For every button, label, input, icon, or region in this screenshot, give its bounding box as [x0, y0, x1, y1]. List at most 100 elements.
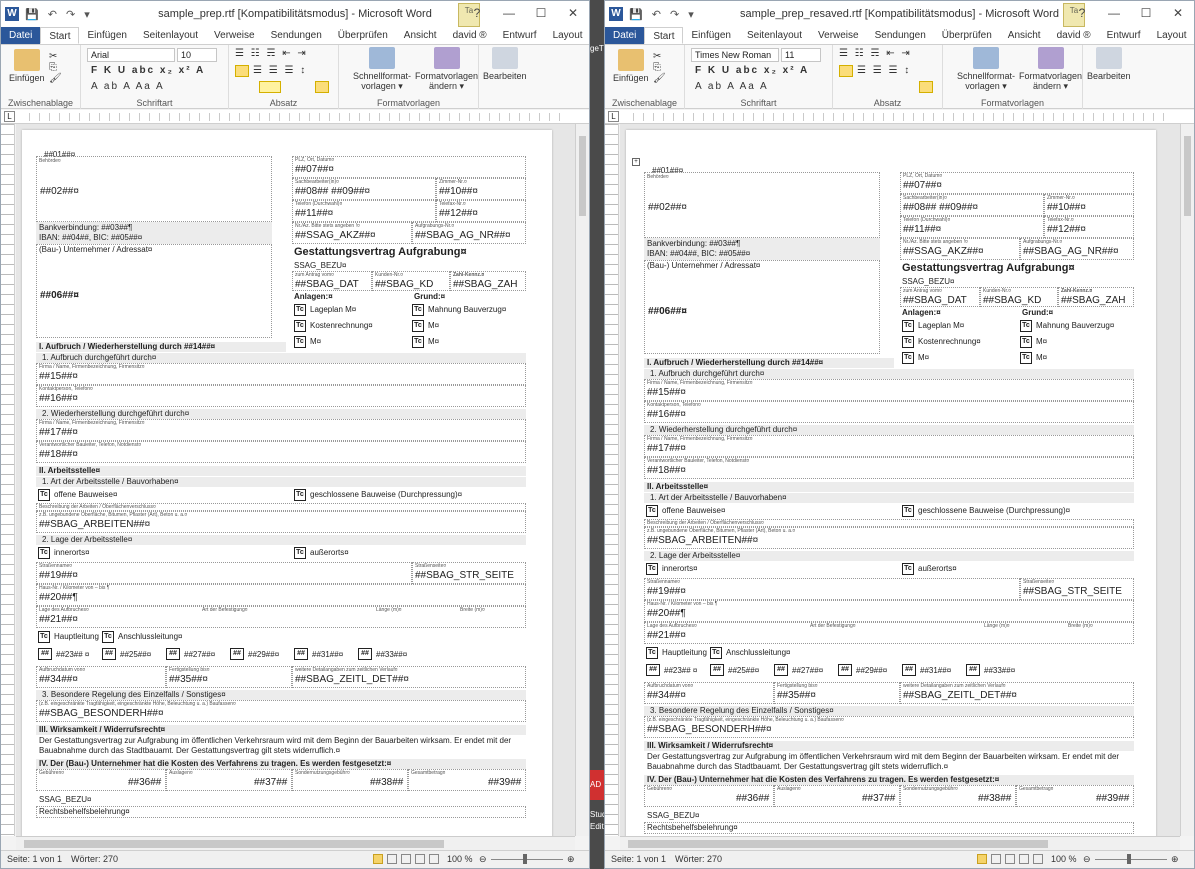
shading-button[interactable] — [259, 81, 281, 93]
maximize-button[interactable]: ☐ — [1130, 1, 1162, 25]
checkbox-ausserorts[interactable]: Tc — [902, 563, 914, 575]
vertical-scrollbar[interactable] — [1180, 124, 1194, 836]
field-38[interactable]: ##38## — [978, 793, 1011, 805]
field-21[interactable]: ##21##¤ — [39, 614, 78, 626]
field-arbeiten[interactable]: ##SBAG_ARBEITEN##¤ — [647, 535, 758, 547]
horizontal-scrollbar[interactable] — [620, 836, 1180, 850]
font-name-select[interactable]: Times New Roman — [691, 48, 779, 62]
zoom-slider[interactable] — [491, 859, 563, 860]
list-buttons[interactable]: ☰ ☷ ☴ ⇤ ⇥ — [235, 48, 308, 59]
tab-sendungen[interactable]: Sendungen — [867, 27, 934, 44]
quick-access-toolbar[interactable]: 💾 ↶ ↷ ▾ — [25, 8, 93, 21]
align-buttons[interactable]: ☰ ☰ ☰ ↕ — [253, 65, 307, 76]
field-07[interactable]: ##07##¤ — [903, 180, 942, 192]
font-size-select[interactable]: 10 — [177, 48, 217, 62]
format-buttons[interactable]: F K U abc x₂ x² A — [91, 65, 205, 76]
checkbox-haupt[interactable]: Tc — [38, 631, 50, 643]
field-20[interactable]: ##20##¶ — [647, 608, 686, 620]
pilcrow-button[interactable] — [315, 81, 329, 93]
tab-david[interactable]: david ® — [1049, 27, 1099, 44]
align-buttons[interactable]: ☰ ☰ ☰ ↕ — [857, 65, 911, 76]
change-styles-button[interactable]: Formatvorlagen ändern ▾ — [415, 47, 478, 91]
checkbox-33[interactable]: ## — [358, 648, 372, 660]
maximize-button[interactable]: ☐ — [525, 1, 557, 25]
zoom-level[interactable]: 100 % — [1051, 854, 1077, 864]
tab-layout[interactable]: Layout — [1149, 27, 1194, 44]
help-icon[interactable]: ? — [1066, 1, 1098, 25]
checkbox-23[interactable]: ## — [38, 648, 52, 660]
field-strs[interactable]: ##SBAG_STR_SEITE — [415, 570, 514, 582]
color-buttons[interactable]: A ab A Aa A — [695, 81, 769, 92]
page-indicator[interactable]: Seite: 1 von 1 — [7, 854, 62, 864]
tab-selector-icon[interactable]: L — [4, 111, 15, 122]
checkbox-31[interactable]: ## — [294, 648, 308, 660]
horizontal-ruler[interactable]: L — [1, 110, 589, 124]
field-szah[interactable]: ##SBAG_ZAH — [1061, 295, 1125, 307]
color-buttons[interactable]: A ab A Aa A — [91, 81, 165, 92]
field-zeitl[interactable]: ##SBAG_ZEITL_DET##¤ — [295, 674, 409, 686]
field-skd[interactable]: ##SBAG_KD — [375, 279, 433, 291]
checkbox-m3[interactable]: Tc — [1020, 352, 1032, 364]
field-11[interactable]: ##11##¤ — [295, 208, 333, 220]
checkbox-m1[interactable]: Tc — [412, 320, 424, 332]
web-layout-view-button[interactable] — [1005, 854, 1015, 864]
field-18[interactable]: ##18##¤ — [39, 449, 78, 461]
field-15[interactable]: ##15##¤ — [39, 371, 78, 383]
outline-view-button[interactable] — [415, 854, 425, 864]
word-count[interactable]: Wörter: 270 — [71, 854, 118, 864]
paste-button[interactable]: Einfügen — [613, 49, 649, 83]
checkbox-kosten[interactable]: Tc — [902, 336, 914, 348]
field-06[interactable]: ##06##¤ — [40, 290, 79, 302]
field-17[interactable]: ##17##¤ — [39, 427, 78, 439]
tab-einfuegen[interactable]: Einfügen — [79, 27, 134, 44]
checkbox-29[interactable]: ## — [230, 648, 244, 660]
print-layout-view-button[interactable] — [977, 854, 987, 864]
checkbox-offen[interactable]: Tc — [646, 505, 658, 517]
field-10[interactable]: ##10##¤ — [1047, 202, 1086, 214]
field-06[interactable]: ##06##¤ — [648, 306, 687, 318]
field-08[interactable]: ##08## ##09##¤ — [295, 186, 370, 198]
cut-copy-icons[interactable]: ✂ ⎘ 🖌 — [653, 51, 668, 84]
tab-entwurf[interactable]: Entwurf — [1099, 27, 1149, 44]
list-buttons[interactable]: ☰ ☷ ☴ ⇤ ⇥ — [839, 48, 912, 59]
checkbox-mahnung[interactable]: Tc — [412, 304, 424, 316]
checkbox-m3[interactable]: Tc — [412, 336, 424, 348]
field-16[interactable]: ##16##¤ — [39, 393, 78, 405]
field-23[interactable]: ##23## ¤ — [664, 666, 697, 676]
table-move-handle-icon[interactable]: + — [632, 158, 640, 166]
font-size-select[interactable]: 11 — [781, 48, 821, 62]
field-33[interactable]: ##33##¤ — [376, 650, 407, 660]
scroll-thumb[interactable] — [1184, 136, 1191, 216]
checkbox-haupt[interactable]: Tc — [646, 647, 658, 659]
field-33[interactable]: ##33##¤ — [984, 666, 1015, 676]
checkbox-offen[interactable]: Tc — [38, 489, 50, 501]
field-20[interactable]: ##20##¶ — [39, 592, 78, 604]
close-button[interactable]: ✕ — [557, 1, 589, 25]
field-akz[interactable]: ##SSAG_AKZ##¤ — [903, 246, 984, 258]
checkbox-ausserorts[interactable]: Tc — [294, 547, 306, 559]
web-layout-view-button[interactable] — [401, 854, 411, 864]
tab-verweise[interactable]: Verweise — [206, 27, 263, 44]
field-39[interactable]: ##39## — [488, 777, 521, 789]
outline-view-button[interactable] — [1019, 854, 1029, 864]
field-31[interactable]: ##31##¤ — [920, 666, 951, 676]
field-08[interactable]: ##08## ##09##¤ — [903, 202, 978, 214]
zoom-slider-knob[interactable] — [1127, 854, 1131, 864]
tab-sendungen[interactable]: Sendungen — [263, 27, 330, 44]
field-19[interactable]: ##19##¤ — [39, 570, 78, 582]
checkbox-27[interactable]: ## — [774, 664, 788, 676]
field-zeitl[interactable]: ##SBAG_ZEITL_DET##¤ — [903, 690, 1017, 702]
field-07[interactable]: ##07##¤ — [295, 164, 334, 176]
pilcrow-button[interactable] — [919, 81, 933, 93]
field-35[interactable]: ##35##¤ — [169, 674, 208, 686]
scroll-thumb[interactable] — [628, 840, 1048, 848]
horizontal-ruler[interactable]: L — [605, 110, 1194, 124]
edit-button[interactable]: Bearbeiten — [483, 47, 527, 81]
checkbox-kosten[interactable]: Tc — [294, 320, 306, 332]
checkbox-m2[interactable]: Tc — [294, 336, 306, 348]
field-skd[interactable]: ##SBAG_KD — [983, 295, 1041, 307]
edit-button[interactable]: Bearbeiten — [1087, 47, 1131, 81]
checkbox-geschl[interactable]: Tc — [294, 489, 306, 501]
field-18[interactable]: ##18##¤ — [647, 465, 686, 477]
tab-datei[interactable]: Datei — [1, 27, 41, 44]
